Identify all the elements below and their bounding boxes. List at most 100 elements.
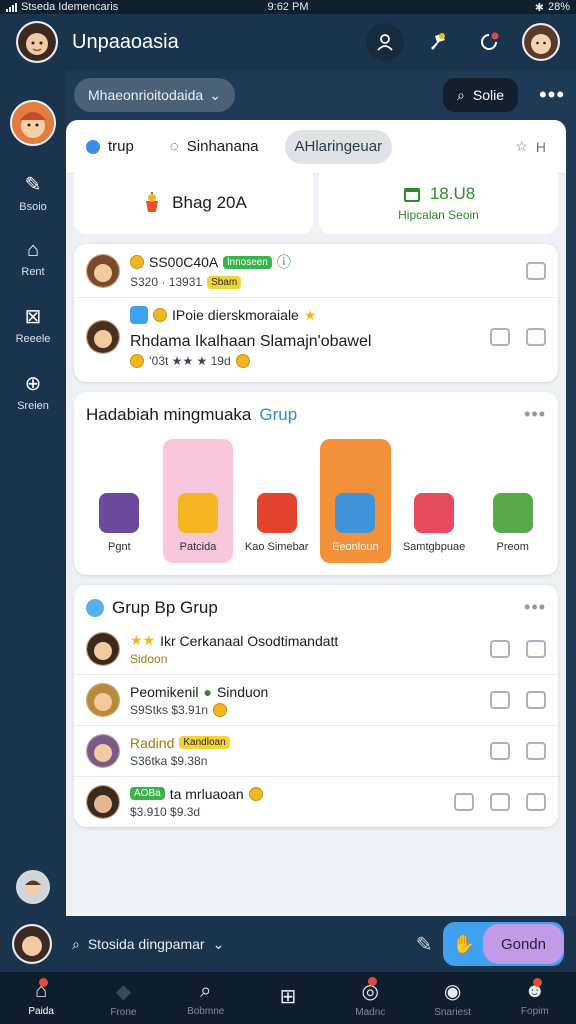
notifications-button[interactable] xyxy=(470,23,508,61)
star-outline-icon: ☆ xyxy=(515,138,528,154)
calendar-icon[interactable] xyxy=(526,691,546,709)
nav-label: Paida xyxy=(28,1005,54,1017)
compose-icon[interactable]: ✎ xyxy=(416,932,433,957)
profile-button[interactable] xyxy=(366,23,404,61)
nav-label: Snariest xyxy=(434,1006,471,1018)
tab-sinhanana[interactable]: ◌ Sinhanana xyxy=(160,130,269,164)
search-icon: ⌕ xyxy=(200,979,212,1002)
stat-left-value: Bhag 20A xyxy=(172,193,247,212)
gift-item[interactable]: Patcida xyxy=(162,439,234,563)
app-title: Unpaaoasia xyxy=(72,30,179,53)
nav-home[interactable]: ⌂ Paida xyxy=(0,977,82,1017)
friend-avatar[interactable] xyxy=(522,23,560,61)
calendar-icon[interactable] xyxy=(526,640,546,658)
sidebar-profile-avatar[interactable] xyxy=(10,100,56,146)
gift-box-icon xyxy=(256,493,297,533)
gift-box-icon xyxy=(414,493,455,533)
copy-icon[interactable] xyxy=(490,640,510,658)
search-icon: ⌕ xyxy=(457,86,465,103)
nav-label: Frone xyxy=(110,1006,137,1018)
filter-dropdown[interactable]: Mhaeonrioitodaida ⌄ xyxy=(74,78,235,112)
sidebar-item-sreien[interactable]: ⊕ Sreien xyxy=(17,371,49,412)
stat-right-sub: Hipcalan Seoin xyxy=(398,208,479,222)
gift-box-icon xyxy=(99,493,140,533)
close-box-icon[interactable] xyxy=(526,328,546,346)
table-row[interactable]: Radind Kandloan S36tka $9.38n xyxy=(74,726,558,777)
push-pin-icon xyxy=(431,33,445,50)
globe-icon xyxy=(86,598,104,617)
nav-notifications[interactable]: ◎ Madnc xyxy=(329,976,411,1018)
row-sub: S9Stks $3.91n xyxy=(130,702,209,717)
calendar-icon[interactable] xyxy=(526,742,546,760)
sidebar-item-label: Rent xyxy=(21,266,45,278)
gift-item[interactable]: Preom xyxy=(477,439,548,563)
chevron-down-icon: ⌄ xyxy=(209,86,221,103)
gift-box-icon xyxy=(178,493,218,533)
tab-favorites[interactable]: ☆ H xyxy=(505,130,556,164)
calendar-icon[interactable] xyxy=(526,793,546,811)
avatar-face-icon xyxy=(87,254,119,287)
send-button-label: Gondn xyxy=(500,935,546,953)
sidebar-item-label: Reeele xyxy=(15,333,51,345)
member-avatar xyxy=(86,253,120,288)
gift-item[interactable]: Pgnt xyxy=(84,439,155,563)
nav-label: Madnc xyxy=(355,1006,386,1018)
table-row[interactable]: AOBa ta mrluaoan $3.910 $9.3d xyxy=(74,777,558,827)
more-options-icon[interactable]: ••• xyxy=(524,404,546,425)
send-group: ✋ Gondn xyxy=(442,922,564,966)
user-avatar[interactable] xyxy=(16,21,58,63)
battery-label: 28% xyxy=(547,1,570,13)
star-icon: ★ xyxy=(303,306,317,323)
stat-card-right[interactable]: 18.U8 Hipcalan Seoin xyxy=(319,172,558,234)
tab-trup[interactable]: trup xyxy=(76,130,144,164)
tab-ahlaringeuar[interactable]: AHlaringeuar xyxy=(284,129,393,164)
more-options-button[interactable]: ••• xyxy=(532,82,572,108)
avatar-face-icon xyxy=(87,786,119,818)
gift-item[interactable]: Eeonloun xyxy=(320,439,391,563)
header-actions xyxy=(366,23,560,61)
row-title: SS00C40A xyxy=(149,254,219,270)
tab-label: trup xyxy=(108,138,134,155)
more-options-icon[interactable]: ••• xyxy=(524,597,546,618)
copy-icon[interactable] xyxy=(490,742,510,760)
square-icon[interactable] xyxy=(526,261,546,280)
nav-search[interactable]: ⌕ Bobmne xyxy=(165,980,247,1017)
sidebar-bottom-avatar[interactable] xyxy=(16,870,50,904)
avatar-face-icon xyxy=(14,926,50,962)
gift-label: Preom xyxy=(496,541,529,553)
search-button[interactable]: ⌕ Solie xyxy=(443,78,518,112)
sidebar-item-rent[interactable]: ⌂ Rent xyxy=(21,239,44,278)
gift-box-icon xyxy=(492,493,533,533)
save-icon[interactable] xyxy=(454,793,474,811)
nav-grid[interactable]: ⊞ xyxy=(247,984,329,1012)
gift-item[interactable]: Kao Simebar xyxy=(241,439,312,563)
table-row[interactable]: Peomikenil ● Sinduon S9Stks $3.91n xyxy=(74,675,558,726)
gift-icon: ⊠ xyxy=(24,306,42,328)
send-button[interactable]: Gondn xyxy=(482,924,564,964)
list-item[interactable]: IPoie dierskmoraiale ★ Rhdama Ikalhaan S… xyxy=(74,298,558,382)
bottom-navigation: ⌂ Paida ◆ Frone ⌕ Bobmne ⊞ ◎ Madnc ◉ Sna… xyxy=(0,972,576,1024)
gift-item[interactable]: Samtgbpuae xyxy=(399,439,470,563)
notification-dot xyxy=(368,976,378,986)
copy-icon[interactable] xyxy=(490,328,510,346)
row-badge: AOBa xyxy=(130,787,165,800)
grid-icon: ⊞ xyxy=(279,986,297,1008)
composer-bar: ⌕ Stosida dingpamar ⌄ ✎ ✋ Gondn xyxy=(0,916,576,972)
sidebar-item-reeele[interactable]: ⊠ Reeele xyxy=(16,304,51,345)
nav-frone[interactable]: ◆ Frone xyxy=(82,979,164,1018)
coin-icon xyxy=(130,354,144,368)
composer-avatar[interactable] xyxy=(12,924,52,964)
sidebar-item-bsoio[interactable]: ✎ Bsoio xyxy=(19,172,47,213)
avatar-face-icon xyxy=(18,872,48,902)
table-row[interactable]: ★★ Ikr Cerkanaal Osodtimandatt Sidoon xyxy=(74,624,558,675)
search-input[interactable]: ⌕ Stosida dingpamar ⌄ xyxy=(62,924,406,964)
stat-card-left[interactable]: Bhag 20A xyxy=(74,172,313,234)
pin-button[interactable] xyxy=(418,23,456,61)
nav-profile[interactable]: ☻ Fopim xyxy=(494,977,576,1017)
hand-icon[interactable]: ✋ xyxy=(453,934,475,955)
nav-snariest[interactable]: ◉ Snariest xyxy=(411,979,493,1018)
copy-icon[interactable] xyxy=(490,691,510,709)
list-item[interactable]: SS00C40A lnnoseen ⓘ S320 · 13931 Sbam xyxy=(74,244,558,298)
group-card: Grup Bp Grup ••• ★★ Ikr Cerkanaal Osodti… xyxy=(74,585,558,827)
copy-icon[interactable] xyxy=(490,793,510,811)
